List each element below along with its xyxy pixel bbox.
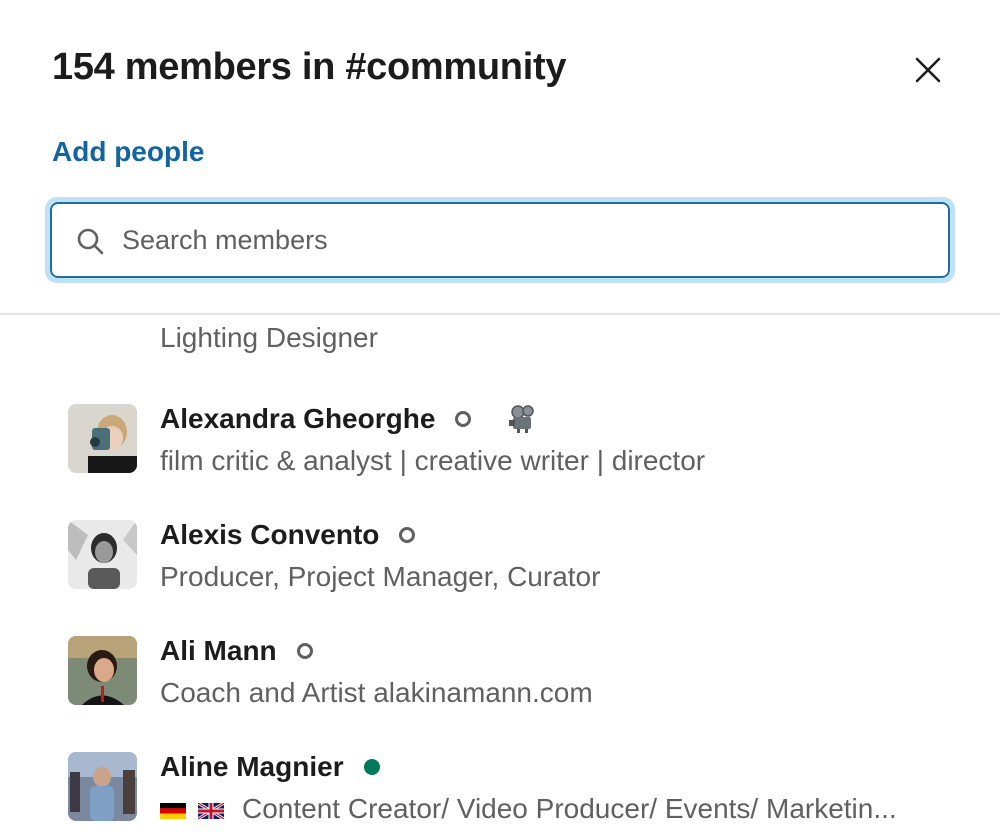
- members-list[interactable]: Lighting Designer Alexandra Gheorghe fil…: [0, 315, 1000, 838]
- search-box[interactable]: [50, 202, 950, 278]
- film-projector-icon[interactable]: [507, 404, 537, 434]
- search-members-input[interactable]: [122, 204, 912, 276]
- member-title: Coach and Artist alakinamann.com: [160, 677, 593, 708]
- search-focus-ring: [45, 197, 955, 283]
- member-name-line: Aline Magnier: [160, 751, 380, 783]
- presence-away-icon: [296, 643, 313, 659]
- uk-flag-icon: [198, 802, 224, 819]
- member-name[interactable]: Aline Magnier: [160, 751, 344, 783]
- member-title: film critic & analyst | creative writer …: [160, 445, 706, 476]
- add-people-link[interactable]: Add people: [52, 136, 204, 168]
- member-title: Producer, Project Manager, Curator: [160, 561, 601, 592]
- close-button[interactable]: [904, 46, 952, 94]
- avatar: [68, 520, 137, 589]
- member-row[interactable]: Lighting Designer: [0, 315, 1000, 353]
- member-title-line: Content Creator/ Video Producer/ Events/…: [160, 793, 897, 825]
- member-row[interactable]: Ali Mann Coach and Artist alakinamann.co…: [0, 626, 1000, 742]
- avatar: [68, 636, 137, 705]
- member-name-line: Alexis Convento: [160, 519, 416, 551]
- dialog-title: 154 members in #community: [52, 46, 567, 88]
- search-icon: [77, 228, 104, 255]
- avatar: [68, 404, 137, 473]
- member-row[interactable]: Aline Magnier Content Creator/ Video Pro…: [0, 742, 1000, 838]
- member-row[interactable]: Alexis Convento Producer, Project Manage…: [0, 510, 1000, 626]
- member-row[interactable]: Alexandra Gheorghe film critic & analyst…: [0, 394, 1000, 510]
- presence-active-icon: [363, 759, 380, 775]
- member-name[interactable]: Alexandra Gheorghe: [160, 403, 435, 435]
- germany-flag-icon: [160, 802, 186, 819]
- member-name-line: Alexandra Gheorghe: [160, 403, 537, 435]
- member-title: Content Creator/ Video Producer/ Events/…: [242, 793, 897, 824]
- close-icon: [915, 57, 941, 83]
- member-title: Lighting Designer: [160, 322, 378, 353]
- member-name[interactable]: Ali Mann: [160, 635, 277, 667]
- member-name[interactable]: Alexis Convento: [160, 519, 379, 551]
- member-name-line: Ali Mann: [160, 635, 313, 667]
- presence-away-icon: [399, 527, 416, 543]
- avatar: [68, 752, 137, 821]
- presence-away-icon: [455, 411, 472, 427]
